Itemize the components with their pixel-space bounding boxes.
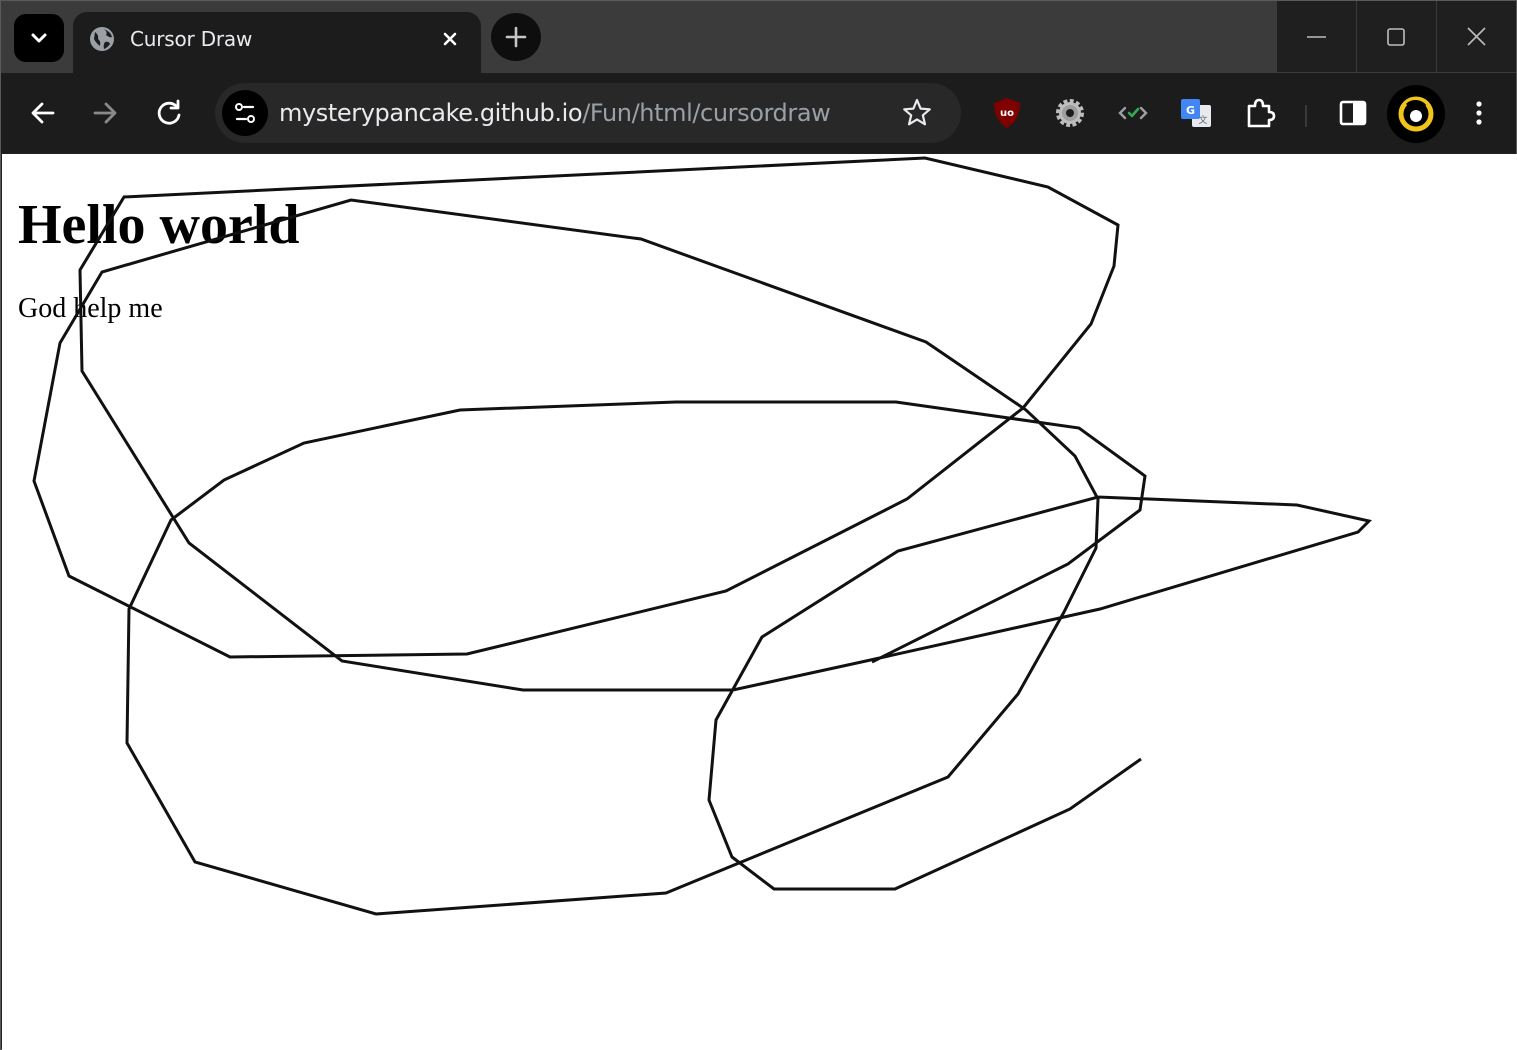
profile-avatar-icon bbox=[1398, 96, 1434, 132]
star-icon[interactable] bbox=[901, 97, 933, 129]
url-host: mysterypancake.github.io bbox=[279, 99, 583, 127]
browser-window: Cursor Draw mysterypancake.github.io/Fun… bbox=[0, 0, 1517, 1050]
url-path: /Fun/html/cursordraw bbox=[582, 99, 831, 127]
dev-tool-extension-icon[interactable] bbox=[1115, 95, 1151, 131]
site-info-button[interactable] bbox=[222, 90, 268, 136]
web-page[interactable]: Hello world God help me bbox=[2, 154, 1517, 1050]
cursor-drawing-stroke bbox=[32, 156, 1372, 916]
svg-text:uo: uo bbox=[1000, 108, 1014, 119]
minimize-icon bbox=[1307, 36, 1326, 38]
plus-icon bbox=[505, 26, 527, 48]
forward-button[interactable] bbox=[85, 93, 125, 133]
back-arrow-icon bbox=[31, 102, 55, 124]
profile-button[interactable] bbox=[1387, 85, 1445, 143]
url-text: mysterypancake.github.io/Fun/html/cursor… bbox=[279, 97, 831, 129]
reload-button[interactable] bbox=[149, 93, 189, 133]
reload-icon bbox=[157, 99, 181, 125]
svg-text:文: 文 bbox=[1198, 114, 1207, 126]
browser-toolbar: mysterypancake.github.io/Fun/html/cursor… bbox=[1, 73, 1516, 153]
address-bar[interactable]: mysterypancake.github.io/Fun/html/cursor… bbox=[215, 83, 961, 143]
google-translate-icon[interactable]: G文 bbox=[1178, 95, 1214, 131]
back-button[interactable] bbox=[23, 93, 63, 133]
site-settings-icon bbox=[235, 103, 255, 123]
close-icon[interactable] bbox=[437, 26, 463, 52]
puzzle-extensions-icon[interactable] bbox=[1242, 95, 1278, 131]
globe-icon bbox=[90, 27, 114, 51]
active-tab[interactable]: Cursor Draw bbox=[73, 12, 481, 73]
maximize-icon bbox=[1387, 28, 1405, 46]
tab-title: Cursor Draw bbox=[130, 27, 253, 51]
settings-gear-icon[interactable] bbox=[1052, 95, 1088, 131]
window-close-icon bbox=[1467, 27, 1486, 46]
tab-strip: Cursor Draw bbox=[1, 1, 1516, 73]
maximize-button[interactable] bbox=[1357, 1, 1436, 72]
window-controls bbox=[1277, 1, 1516, 72]
forward-arrow-icon bbox=[93, 102, 117, 124]
chevron-down-icon bbox=[31, 33, 47, 43]
side-panel-icon[interactable] bbox=[1335, 95, 1371, 131]
window-close-button[interactable] bbox=[1437, 1, 1516, 72]
minimize-button[interactable] bbox=[1277, 1, 1356, 72]
tab-search-button[interactable] bbox=[14, 14, 64, 62]
svg-text:G: G bbox=[1186, 104, 1195, 117]
ublock-origin-icon[interactable]: uo bbox=[989, 95, 1025, 131]
cursor-drawing-canvas[interactable] bbox=[2, 154, 1517, 1050]
kebab-menu-icon[interactable] bbox=[1461, 95, 1497, 131]
new-tab-button[interactable] bbox=[491, 13, 541, 61]
